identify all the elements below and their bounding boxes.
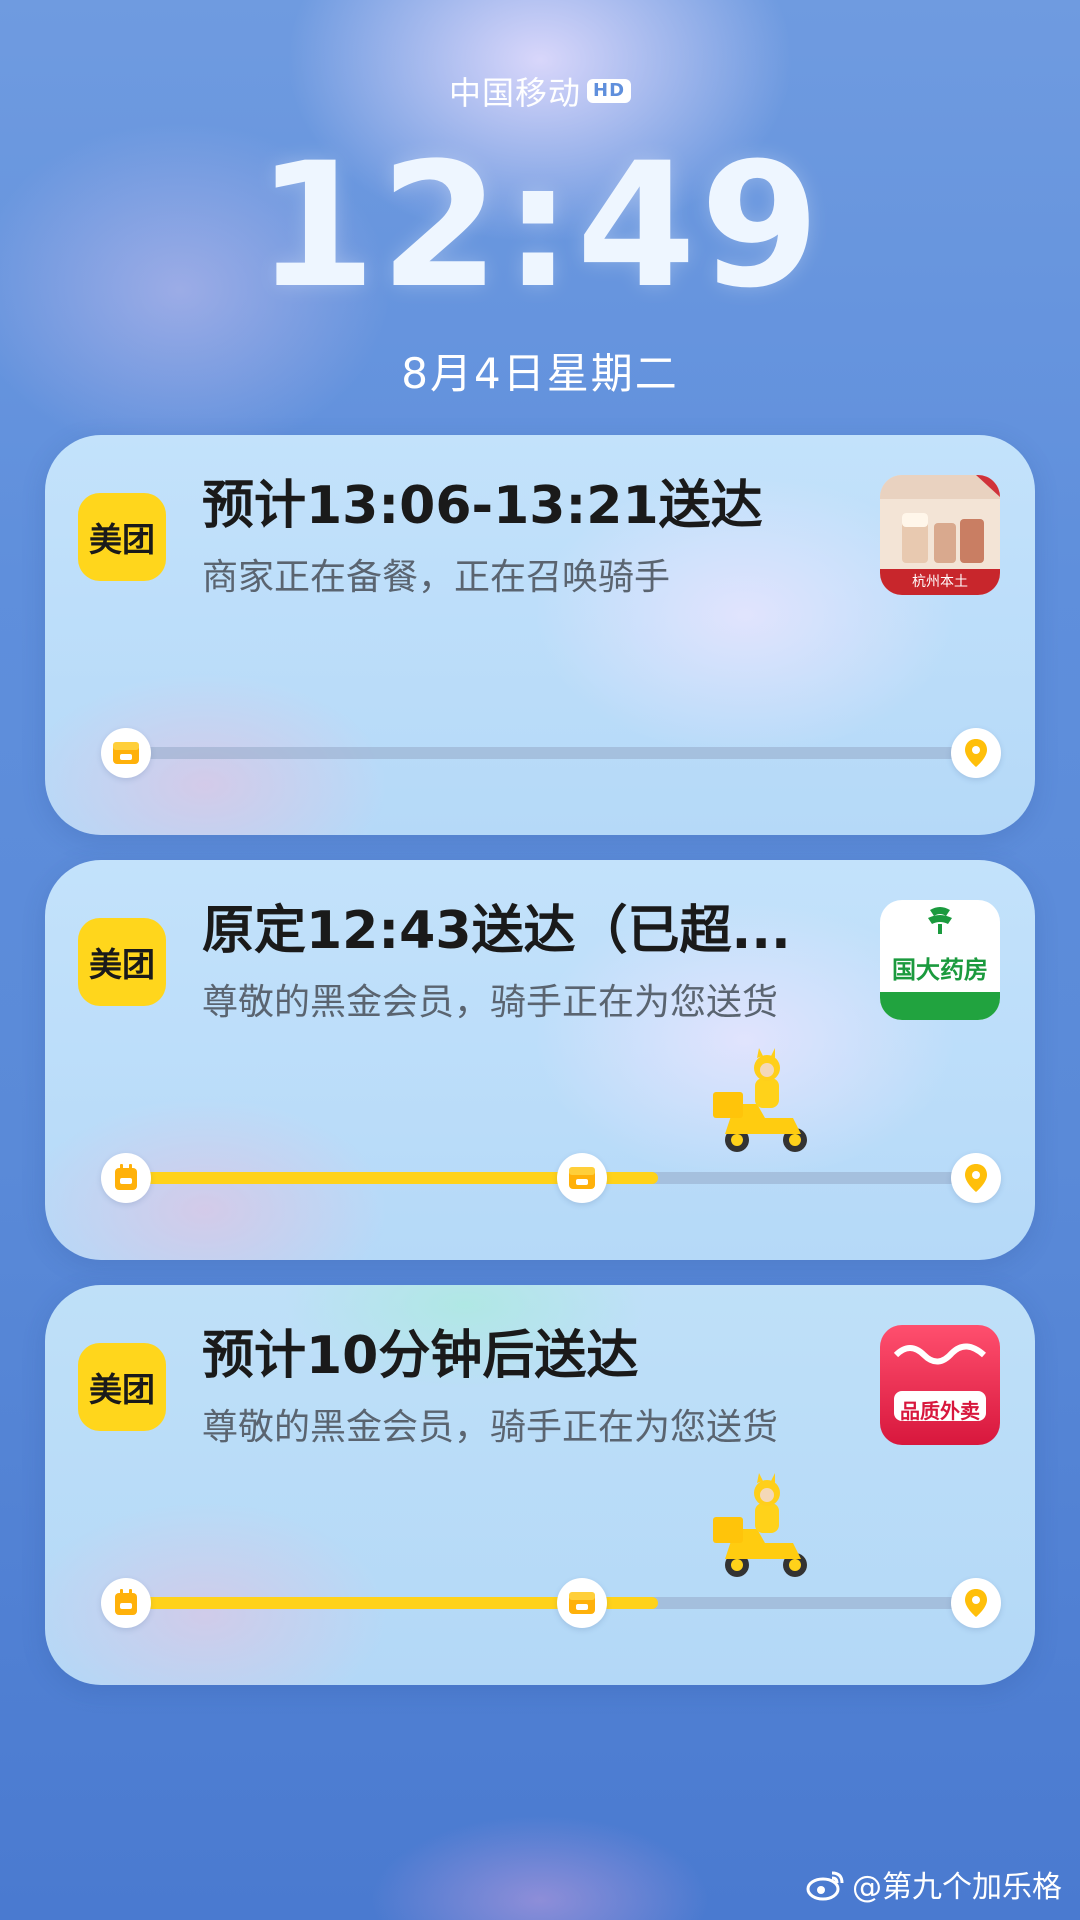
delivery-notification-card[interactable]: 美团 预计13:06-13:21送达 商家正在备餐，正在召唤骑手 杭州本土 (45, 435, 1035, 835)
delivery-rider-icon (713, 1048, 807, 1152)
delivery-notification-card[interactable]: 美团 原定12:43送达（已超... 尊敬的黑金会员，骑手正在为您送货 国大药房 (45, 860, 1035, 1260)
delivery-rider-icon (713, 1473, 807, 1577)
delivery-notification-card[interactable]: 美团 预计10分钟后送达 尊敬的黑金会员，骑手正在为您送货 品质外卖 (45, 1285, 1035, 1685)
notification-subtitle: 尊敬的黑金会员，骑手正在为您送货 (202, 1407, 779, 1448)
notification-title: 原定12:43送达（已超... (202, 901, 791, 961)
store-pharmacy-icon: 国大药房 (880, 900, 1000, 1020)
weibo-icon (806, 1871, 844, 1901)
store-restaurant-icon: 品质外卖 (880, 1325, 1000, 1445)
store-node-icon (557, 1153, 607, 1203)
lockscreen-date: 8月4日星期二 (401, 349, 679, 398)
hd-badge: HD (587, 79, 632, 103)
store-node-icon (101, 728, 151, 778)
delivery-progress-track (125, 1597, 985, 1609)
destination-pin-icon (951, 728, 1001, 778)
notification-title: 预计13:06-13:21送达 (202, 476, 763, 536)
delivery-progress-track (125, 1172, 985, 1184)
store-milk-tea-icon: 杭州本土 (880, 475, 1000, 595)
carrier-name: 中国移动 (448, 74, 581, 112)
notification-title: 预计10分钟后送达 (202, 1326, 639, 1386)
delivery-progress-track (125, 747, 985, 759)
lockscreen-clock: 12:49 (256, 125, 824, 326)
order-node-icon (101, 1578, 151, 1628)
destination-pin-icon (951, 1578, 1001, 1628)
meituan-app-icon: 美团 (78, 918, 166, 1006)
watermark-text: @第九个加乐格 (852, 1870, 1062, 1905)
destination-pin-icon (951, 1153, 1001, 1203)
weibo-watermark: @第九个加乐格 (806, 1862, 1062, 1906)
notification-subtitle: 尊敬的黑金会员，骑手正在为您送货 (202, 982, 779, 1023)
store-node-icon (557, 1578, 607, 1628)
notification-subtitle: 商家正在备餐，正在召唤骑手 (202, 557, 671, 598)
meituan-app-icon: 美团 (78, 1343, 166, 1431)
carrier-row: 中国移动 HD (0, 68, 1080, 114)
meituan-app-icon: 美团 (78, 493, 166, 581)
order-node-icon (101, 1153, 151, 1203)
